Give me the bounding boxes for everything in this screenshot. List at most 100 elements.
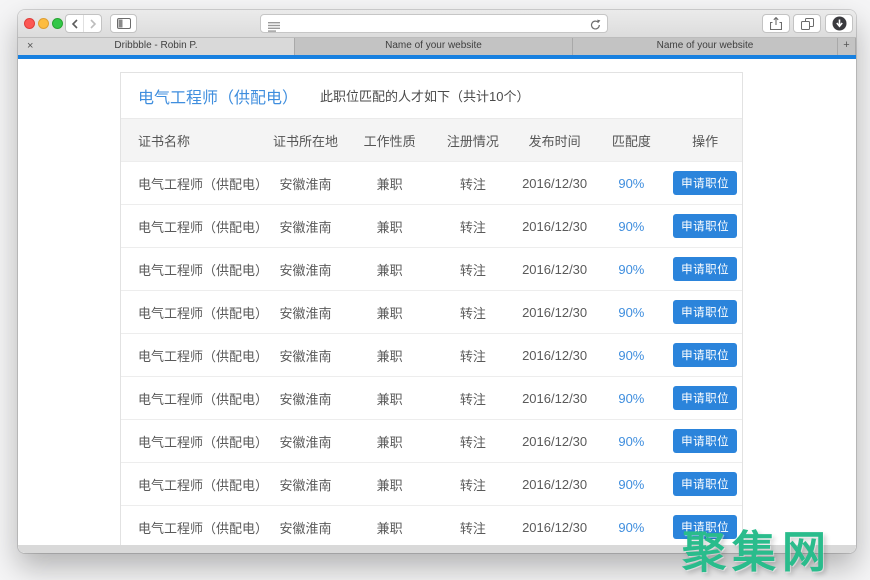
tab-overview-button[interactable] [793, 14, 821, 33]
downloads-button[interactable] [825, 14, 853, 33]
cell-cert-name: 电气工程师（供配电） [138, 477, 269, 493]
back-button[interactable] [66, 15, 83, 32]
cell-job-nature: 兼职 [376, 305, 403, 321]
cell-match-degree: 90% [618, 347, 645, 363]
table-body: 电气工程师（供配电） 安徽淮南 兼职 转注 2016/12/30 90% 申请职… [121, 161, 742, 548]
browser-toolbar [18, 10, 856, 38]
table-row: 电气工程师（供配电） 安徽淮南 兼职 转注 2016/12/30 90% 申请职… [121, 161, 742, 204]
column-header-cert-location: 证书所在地 [272, 133, 338, 149]
close-tab-icon[interactable]: × [27, 38, 33, 54]
cell-cert-location: 安徽淮南 [279, 305, 332, 321]
cell-registration: 转注 [459, 348, 486, 364]
cell-publish-time: 2016/12/30 [522, 433, 588, 449]
cell-action: 申请职位 [668, 171, 742, 195]
apply-job-button[interactable]: 申请职位 [673, 300, 738, 324]
cell-registration: 转注 [459, 176, 486, 192]
refresh-icon[interactable] [590, 18, 601, 36]
cell-cert-name: 电气工程师（供配电） [138, 391, 269, 407]
cell-publish-time: 2016/12/30 [522, 476, 588, 492]
forward-button[interactable] [83, 15, 101, 32]
cell-cert-location: 安徽淮南 [279, 434, 332, 450]
cell-match-degree: 90% [618, 390, 645, 406]
cell-cert-location: 安徽淮南 [279, 176, 332, 192]
cell-cert-name: 电气工程师（供配电） [138, 434, 269, 450]
apply-job-button[interactable]: 申请职位 [673, 386, 738, 410]
table-row: 电气工程师（供配电） 安徽淮南 兼职 转注 2016/12/30 90% 申请职… [121, 419, 742, 462]
cell-match-degree: 90% [618, 175, 645, 191]
cell-cert-location: 安徽淮南 [279, 262, 332, 278]
cell-action: 申请职位 [668, 214, 742, 238]
downloads-icon [832, 16, 846, 31]
cell-cert-location: 安徽淮南 [279, 219, 332, 235]
table-row: 电气工程师（供配电） 安徽淮南 兼职 转注 2016/12/30 90% 申请职… [121, 290, 742, 333]
nav-buttons [65, 14, 102, 33]
cell-cert-name: 电气工程师（供配电） [138, 305, 269, 321]
plus-icon: + [843, 39, 850, 51]
column-header-publish-time: 发布时间 [528, 133, 581, 149]
apply-job-button[interactable]: 申请职位 [673, 257, 738, 281]
table-row: 电气工程师（供配电） 安徽淮南 兼职 转注 2016/12/30 90% 申请职… [121, 247, 742, 290]
table-row: 电气工程师（供配电） 安徽淮南 兼职 转注 2016/12/30 90% 申请职… [121, 376, 742, 419]
cell-job-nature: 兼职 [376, 520, 403, 536]
cell-action: 申请职位 [668, 257, 742, 281]
cell-cert-name: 电气工程师（供配电） [138, 219, 269, 235]
cell-publish-time: 2016/12/30 [522, 304, 588, 320]
cell-registration: 转注 [459, 434, 486, 450]
new-tab-button[interactable]: + [838, 38, 856, 55]
column-header-registration: 注册情况 [446, 133, 499, 149]
page-subtitle: 此职位匹配的人才如下（共计10个） [320, 89, 530, 104]
apply-job-button[interactable]: 申请职位 [673, 171, 738, 195]
share-button[interactable] [762, 14, 790, 33]
cell-publish-time: 2016/12/30 [522, 347, 588, 363]
tab-website-2[interactable]: Name of your website [573, 38, 838, 55]
tab-label: Name of your website [656, 40, 754, 51]
reader-icon[interactable] [268, 19, 280, 37]
cell-match-degree: 90% [618, 519, 645, 535]
cell-action: 申请职位 [668, 386, 742, 410]
column-header-action: 操作 [692, 133, 719, 149]
cell-match-degree: 90% [618, 261, 645, 277]
cell-job-nature: 兼职 [376, 391, 403, 407]
tab-website-1[interactable]: Name of your website [295, 38, 573, 55]
cell-match-degree: 90% [618, 433, 645, 449]
cell-job-nature: 兼职 [376, 262, 403, 278]
watermark-text: 聚集网 [682, 528, 832, 577]
cell-cert-location: 安徽淮南 [279, 520, 332, 536]
close-window-icon[interactable] [24, 18, 35, 29]
cell-registration: 转注 [459, 219, 486, 235]
cell-action: 申请职位 [668, 300, 742, 324]
cell-match-degree: 90% [618, 476, 645, 492]
cell-action: 申请职位 [668, 343, 742, 367]
sidebar-icon [116, 18, 131, 29]
apply-job-button[interactable]: 申请职位 [673, 214, 738, 238]
cell-job-nature: 兼职 [376, 348, 403, 364]
card-header: 电气工程师（供配电） 此职位匹配的人才如下（共计10个） [121, 73, 742, 119]
cell-job-nature: 兼职 [376, 434, 403, 450]
url-input[interactable] [285, 15, 575, 32]
cell-cert-location: 安徽淮南 [279, 477, 332, 493]
cell-publish-time: 2016/12/30 [522, 390, 588, 406]
page-title: 电气工程师（供配电） [138, 89, 299, 107]
cell-registration: 转注 [459, 520, 486, 536]
share-icon [770, 17, 782, 30]
cell-cert-location: 安徽淮南 [279, 391, 332, 407]
address-bar[interactable] [260, 14, 608, 33]
tab-label: Name of your website [385, 40, 482, 51]
zoom-window-icon[interactable] [52, 18, 63, 29]
tab-dribbble[interactable]: × Dribbble - Robin P. [18, 38, 295, 55]
sidebar-toggle-button[interactable] [110, 14, 137, 33]
column-header-cert-name: 证书名称 [138, 133, 191, 149]
cell-job-nature: 兼职 [376, 176, 403, 192]
apply-job-button[interactable]: 申请职位 [673, 429, 738, 453]
chevron-right-icon [90, 18, 96, 29]
table-row: 电气工程师（供配电） 安徽淮南 兼职 转注 2016/12/30 90% 申请职… [121, 333, 742, 376]
cell-action: 申请职位 [668, 429, 742, 453]
tab-bar: × Dribbble - Robin P. Name of your websi… [18, 38, 856, 55]
column-header-job-nature: 工作性质 [363, 133, 416, 149]
cell-publish-time: 2016/12/30 [522, 519, 588, 535]
minimize-window-icon[interactable] [38, 18, 49, 29]
apply-job-button[interactable]: 申请职位 [673, 343, 738, 367]
apply-job-button[interactable]: 申请职位 [673, 472, 738, 496]
browser-window: × Dribbble - Robin P. Name of your websi… [18, 10, 856, 553]
cell-publish-time: 2016/12/30 [522, 218, 588, 234]
